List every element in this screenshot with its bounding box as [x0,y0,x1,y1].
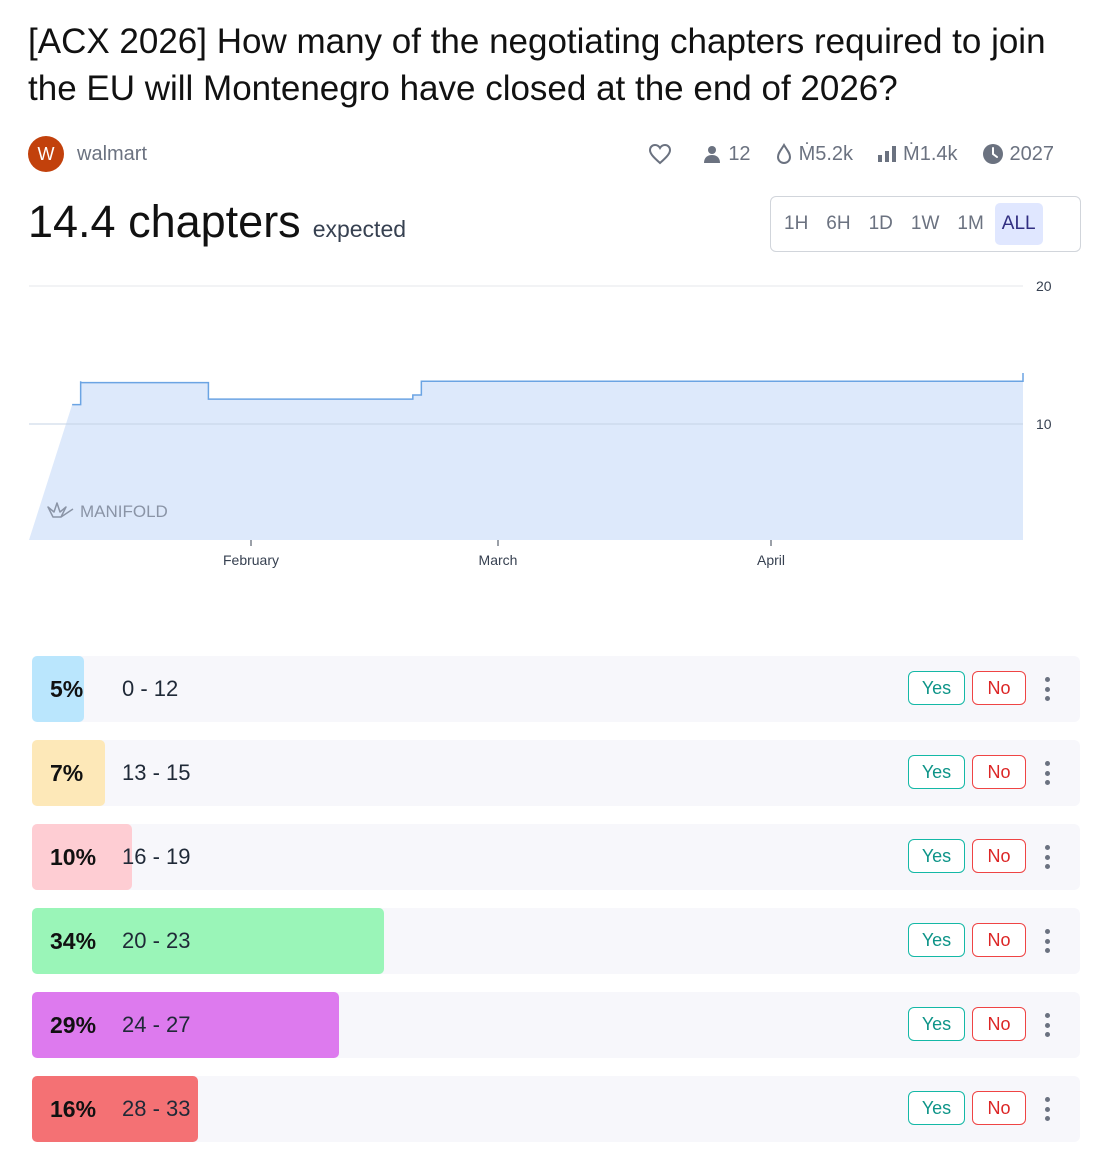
close-date-stat[interactable]: 2027 [982,142,1055,166]
range-1m[interactable]: 1M [950,203,990,245]
time-range-selector: 1H 6H 1D 1W 1M ALL [770,196,1081,252]
answer-list: 5% 0 - 12 Yes No 7% 13 - 15 Yes No 10% 1… [32,656,1080,1160]
answer-probability: 10% [50,844,97,870]
volume-stat[interactable]: Ṁ5.2k [775,143,853,166]
yes-button[interactable]: Yes [908,1091,965,1125]
clock-icon [982,144,1003,164]
user-icon [704,146,721,163]
more-options-icon[interactable] [1036,927,1058,955]
yes-button[interactable]: Yes [908,839,965,873]
no-button[interactable]: No [972,1007,1026,1041]
answer-row[interactable]: 34% 20 - 23 Yes No [32,908,1080,974]
market-title: [ACX 2026] How many of the negotiating c… [28,22,1046,108]
answer-probability: 34% [50,928,97,954]
yes-button[interactable]: Yes [908,671,965,705]
range-6h[interactable]: 6H [819,203,857,245]
more-options-icon[interactable] [1036,1095,1058,1123]
answer-row[interactable]: 29% 24 - 27 Yes No [32,992,1080,1058]
no-button[interactable]: No [972,755,1026,789]
price-chart[interactable]: 20 10 February March April MANIFOLD [0,270,1106,590]
more-options-icon[interactable] [1036,759,1058,787]
range-1h[interactable]: 1H [777,203,815,245]
y-tick-10: 10 [1036,416,1052,432]
answer-probability: 16% [50,1096,97,1122]
no-button[interactable]: No [972,671,1026,705]
x-tick-march: March [479,552,518,568]
manifold-watermark: MANIFOLD [80,502,168,521]
answer-probability: 5% [50,676,84,702]
expected-label: expected [312,216,407,242]
heart-icon [649,143,672,165]
answer-label: 20 - 23 [122,928,191,953]
answer-label: 0 - 12 [122,676,179,701]
more-options-icon[interactable] [1036,675,1058,703]
avatar[interactable]: W [28,136,64,172]
answer-row[interactable]: 10% 16 - 19 Yes No [32,824,1080,890]
more-options-icon[interactable] [1036,1011,1058,1039]
x-tick-april: April [757,552,785,568]
no-button[interactable]: No [972,1091,1026,1125]
bar-chart-icon [878,146,897,162]
answer-row[interactable]: 5% 0 - 12 Yes No [32,656,1080,722]
answer-row[interactable]: 16% 28 - 33 Yes No [32,1076,1080,1142]
range-all[interactable]: ALL [994,203,1043,245]
expected-number: 14.4 chapters [28,196,301,247]
traders-stat[interactable]: 12 [702,142,751,166]
volume-value: Ṁ5.2k [798,142,854,165]
liquidity-value: Ṁ1.4k [903,142,958,165]
no-button[interactable]: No [972,839,1026,873]
yes-button[interactable]: Yes [908,923,965,957]
yes-button[interactable]: Yes [908,755,965,789]
expected-value: 14.4 chapters expected [28,196,406,248]
yes-button[interactable]: Yes [908,1007,965,1041]
answer-probability: 7% [50,760,84,786]
y-tick-20: 20 [1036,278,1052,294]
droplet-icon [776,143,791,165]
answer-probability: 29% [50,1012,97,1038]
market-stats: 12 Ṁ5.2k Ṁ1.4k 2027 [648,140,1054,168]
no-button[interactable]: No [972,923,1026,957]
answer-label: 28 - 33 [122,1096,191,1121]
like-button[interactable] [648,143,678,165]
traders-count: 12 [728,142,751,165]
answer-label: 13 - 15 [122,760,191,785]
answer-label: 16 - 19 [122,844,191,869]
author[interactable]: W walmart [28,136,147,172]
liquidity-stat[interactable]: Ṁ1.4k [877,142,958,166]
chart-area [29,372,1023,540]
x-tick-february: February [223,552,279,568]
answer-label: 24 - 27 [122,1012,191,1037]
answer-row[interactable]: 7% 13 - 15 Yes No [32,740,1080,806]
range-1w[interactable]: 1W [904,203,947,245]
range-1d[interactable]: 1D [862,203,900,245]
author-name[interactable]: walmart [77,143,147,166]
more-options-icon[interactable] [1036,843,1058,871]
close-year: 2027 [1009,142,1055,165]
